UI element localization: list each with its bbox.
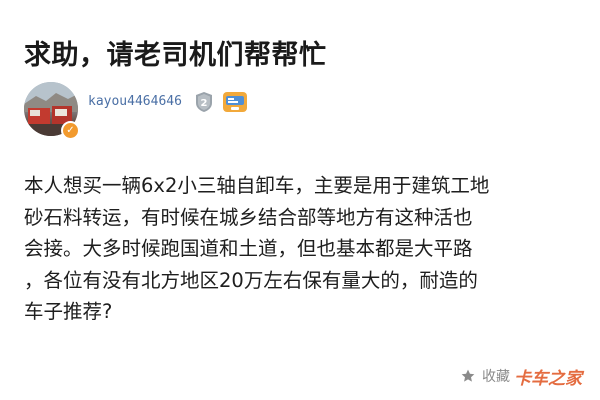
content-line: 会接。大多时候跑国道和土道，但也基本都是大平路 xyxy=(24,237,473,260)
post-footer: 收藏 卡车之家 xyxy=(460,364,582,389)
collect-button[interactable]: 收藏 xyxy=(460,366,510,386)
author-info: ✓ kayou4464646 2 xyxy=(24,82,544,140)
author-username[interactable]: kayou4464646 xyxy=(88,94,182,109)
post-content: 本人想买一辆6x2小三轴自卸车，主要是用于建筑工地 砂石料转运，有时候在城乡结合… xyxy=(24,170,580,328)
site-watermark: 卡车之家 xyxy=(514,368,582,389)
check-badge-icon: ✓ xyxy=(61,121,80,140)
star-icon xyxy=(461,369,475,382)
collect-label: 收藏 xyxy=(482,369,510,385)
content-line: 本人想买一辆6x2小三轴自卸车，主要是用于建筑工地 xyxy=(24,174,490,197)
level-shield-icon: 2 xyxy=(194,91,214,113)
content-line: ，各位有没有北方地区20万左右保有量大的，耐造的 xyxy=(24,268,478,292)
content-line: 车子推荐? xyxy=(24,300,113,323)
level-number: 2 xyxy=(201,98,208,109)
content-line: 砂石料转运，有时候在城乡结合部等地方有这种活也 xyxy=(24,205,473,229)
post-title: 求助，请老司机们帮帮忙 xyxy=(24,40,327,71)
medal-badge-icon xyxy=(222,91,248,113)
